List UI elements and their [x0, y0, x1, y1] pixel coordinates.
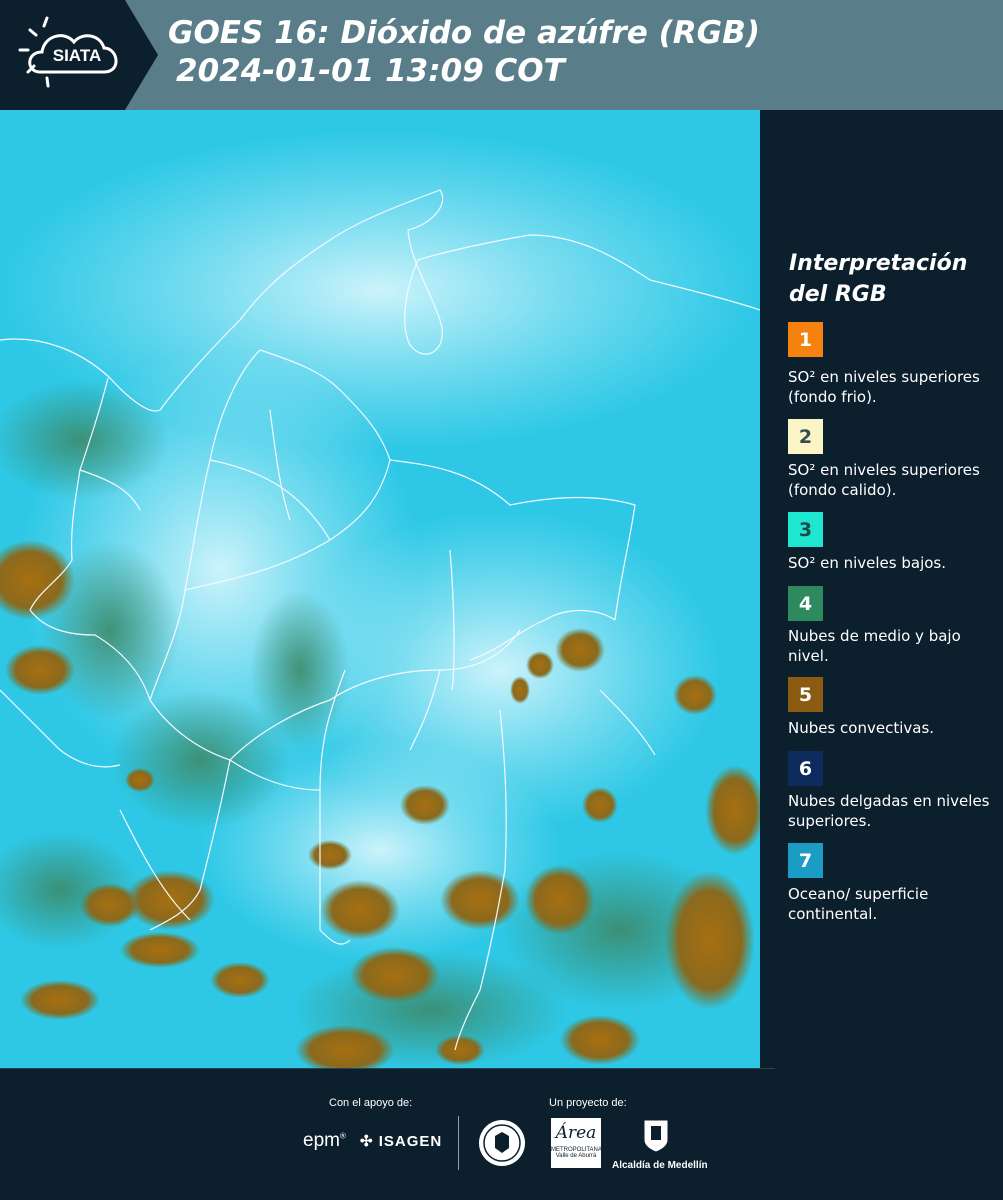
isagen-logo[interactable]: ✣ ISAGEN [360, 1132, 442, 1150]
legend-panel: Interpretación del RGB 1 SO² en niveles … [760, 110, 1003, 1068]
legend-title-line-1: Interpretación [789, 251, 968, 276]
alcaldia-label: Alcaldía de Medellín [612, 1160, 708, 1171]
footer: Con el apoyo de: Un proyecto de: epm® ✣ … [0, 1068, 1003, 1200]
epm-logo-text: epm [303, 1130, 340, 1151]
legend-swatch-2: 2 [788, 419, 823, 454]
title-line-2: 2024-01-01 13:09 COT [176, 53, 565, 89]
isagen-logo-text: ISAGEN [378, 1133, 443, 1150]
legend-swatch-1: 1 [788, 322, 823, 357]
area-metropolitana-logo[interactable]: Área METROPOLITANA Valle de Aburrá [551, 1118, 602, 1168]
legend-label-3: SO² en niveles bajos. [788, 554, 947, 572]
sponsor-separator [458, 1116, 459, 1170]
legend-label-4: Nubes de medio y bajo nivel. [788, 627, 961, 665]
legend-swatch-4: 4 [788, 586, 823, 621]
legend-title-line-2: del RGB [789, 282, 887, 307]
isagen-icon: ✣ [360, 1133, 374, 1150]
siata-logo-graphic: SIATA [0, 0, 158, 110]
legend-swatch-7: 7 [788, 843, 823, 878]
legend-label-7: Oceano/ superficie continental. [788, 885, 929, 923]
footer-divider [0, 1068, 775, 1069]
epm-logo[interactable]: epm® [303, 1130, 346, 1152]
medellin-seal-icon[interactable] [477, 1118, 527, 1168]
legend-label-1: SO² en niveles superiores (fondo frio). [788, 368, 980, 406]
legend-title: Interpretación del RGB [789, 248, 989, 310]
alcaldia-shield-icon[interactable] [642, 1118, 670, 1154]
satellite-image [0, 110, 760, 1068]
siata-logo[interactable]: SIATA [0, 0, 158, 110]
satellite-map[interactable] [0, 110, 760, 1068]
area-logo-title: Área [555, 1123, 597, 1143]
legend-swatch-3: 3 [788, 512, 823, 547]
legend-label-5: Nubes convectivas. [788, 719, 935, 737]
legend-label-2: SO² en niveles superiores (fondo calido)… [788, 461, 980, 499]
legend-swatch-6: 6 [788, 751, 823, 786]
legend-swatch-5: 5 [788, 677, 823, 712]
page-title: GOES 16: Dióxido de azúfre (RGB) 2024-01… [168, 14, 760, 90]
support-label: Con el apoyo de: [329, 1097, 413, 1109]
siata-logo-text: SIATA [53, 46, 101, 65]
header-bar: SIATA GOES 16: Dióxido de azúfre (RGB) 2… [0, 0, 1003, 110]
title-line-1: GOES 16: Dióxido de azúfre (RGB) [168, 15, 760, 51]
area-logo-sub2: Valle de Aburrá [555, 1153, 597, 1159]
project-label: Un proyecto de: [549, 1097, 627, 1109]
legend-label-6: Nubes delgadas en niveles superiores. [788, 792, 990, 830]
